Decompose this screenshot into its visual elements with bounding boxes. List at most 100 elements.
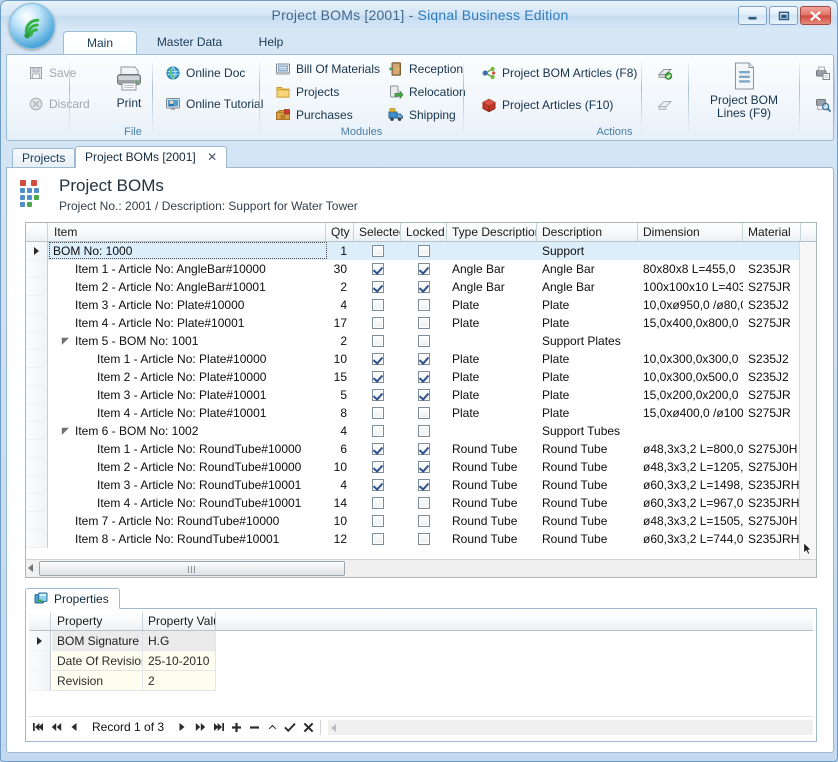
table-row[interactable]: Item 8 - Article No: RoundTube#1000112Ro… xyxy=(26,530,817,548)
table-row[interactable]: Item 1 - Article No: AngleBar#1000030Ang… xyxy=(26,260,817,278)
locked-checkbox[interactable] xyxy=(418,389,430,401)
project-bom-articles-button[interactable]: Project BOM Articles (F8) xyxy=(478,64,640,82)
scrollbar-thumb[interactable] xyxy=(39,561,345,576)
close-icon[interactable]: ✕ xyxy=(207,147,217,168)
locked-checkbox[interactable] xyxy=(418,263,430,275)
online-doc-button[interactable]: Online Doc xyxy=(162,64,248,82)
selected-checkbox[interactable] xyxy=(372,479,384,491)
locked-checkbox[interactable] xyxy=(418,497,430,509)
selected-checkbox[interactable] xyxy=(372,299,384,311)
nav-accept-icon[interactable] xyxy=(281,718,299,736)
table-row[interactable]: Item 1 - Article No: RoundTube#100006Rou… xyxy=(26,440,817,458)
locked-checkbox[interactable] xyxy=(418,353,430,365)
locked-checkbox[interactable] xyxy=(418,461,430,473)
ribbon-tab-master-data[interactable]: Master Data xyxy=(137,31,242,55)
table-row[interactable]: Item 2 - Article No: Plate#1000015PlateP… xyxy=(26,368,817,386)
properties-horizontal-scrollbar[interactable] xyxy=(328,720,813,735)
nav-first-icon[interactable] xyxy=(29,718,47,736)
list-item[interactable]: Date Of Revision25-10-2010 xyxy=(29,651,813,671)
locked-checkbox[interactable] xyxy=(418,371,430,383)
table-row[interactable]: Item 3 - Article No: Plate#100015PlatePl… xyxy=(26,386,817,404)
online-tutorial-button[interactable]: Online Tutorial xyxy=(162,95,266,113)
import-button[interactable] xyxy=(654,64,676,82)
locked-checkbox[interactable] xyxy=(418,425,430,437)
nav-next-page-icon[interactable] xyxy=(191,718,209,736)
nav-last-icon[interactable] xyxy=(209,718,227,736)
nav-prev-page-icon[interactable] xyxy=(47,718,65,736)
table-row[interactable]: BOM No: 10001Support xyxy=(26,242,817,260)
ribbon-tab-help[interactable]: Help xyxy=(242,31,300,55)
properties-header-name[interactable]: Property xyxy=(52,612,143,630)
bom-tree-grid[interactable]: ItemQtySelectedLockedType DescriptionDes… xyxy=(25,222,817,578)
locked-checkbox[interactable] xyxy=(418,443,430,455)
minimize-button[interactable] xyxy=(738,6,767,25)
selected-checkbox[interactable] xyxy=(372,515,384,527)
grid-header-type[interactable]: Type Description xyxy=(447,223,537,241)
scroll-left-arrow-icon[interactable] xyxy=(331,724,336,732)
maximize-button[interactable] xyxy=(769,6,798,25)
tree-expander-icon[interactable] xyxy=(61,337,70,346)
nav-delete-icon[interactable] xyxy=(245,718,263,736)
nav-edit-icon[interactable] xyxy=(263,718,281,736)
grid-horizontal-scrollbar[interactable] xyxy=(26,559,817,577)
print-button[interactable]: Print xyxy=(102,62,156,110)
discard-button[interactable]: Discard xyxy=(25,95,93,113)
selected-checkbox[interactable] xyxy=(372,461,384,473)
save-button[interactable]: Save xyxy=(25,64,79,82)
selected-checkbox[interactable] xyxy=(372,425,384,437)
table-row[interactable]: Item 3 - Article No: RoundTube#100014Rou… xyxy=(26,476,817,494)
selected-checkbox[interactable] xyxy=(372,245,384,257)
selected-checkbox[interactable] xyxy=(372,497,384,509)
table-row[interactable]: Item 4 - Article No: Plate#100018PlatePl… xyxy=(26,404,817,422)
tab-properties[interactable]: Properties xyxy=(25,588,120,609)
grid-header-mat[interactable]: Material xyxy=(743,223,801,241)
grid-header-dim[interactable]: Dimension xyxy=(638,223,743,241)
project-articles-button[interactable]: Project Articles (F10) xyxy=(478,96,616,114)
selected-checkbox[interactable] xyxy=(372,281,384,293)
nav-next-icon[interactable] xyxy=(173,718,191,736)
grid-header-qty[interactable]: Qty xyxy=(326,223,354,241)
locked-checkbox[interactable] xyxy=(418,515,430,527)
selected-checkbox[interactable] xyxy=(372,389,384,401)
locked-checkbox[interactable] xyxy=(418,407,430,419)
grid-header-item[interactable]: Item xyxy=(49,223,326,241)
locked-checkbox[interactable] xyxy=(418,245,430,257)
table-row[interactable]: Item 4 - Article No: RoundTube#1000114Ro… xyxy=(26,494,817,512)
projects-button[interactable]: Projects xyxy=(272,83,342,101)
selected-checkbox[interactable] xyxy=(372,353,384,365)
selected-checkbox[interactable] xyxy=(372,533,384,545)
list-item[interactable]: BOM SignatureH.G xyxy=(29,631,813,651)
table-row[interactable]: Item 1 - Article No: Plate#1000010PlateP… xyxy=(26,350,817,368)
tree-expander-icon[interactable] xyxy=(61,427,70,436)
purchases-button[interactable]: Purchases xyxy=(272,106,356,124)
locked-checkbox[interactable] xyxy=(418,299,430,311)
tab-project-boms[interactable]: Project BOMs [2001] ✕ xyxy=(75,146,227,168)
nav-prev-icon[interactable] xyxy=(65,718,83,736)
table-row[interactable]: Item 7 - Article No: RoundTube#1000010Ro… xyxy=(26,512,817,530)
locked-checkbox[interactable] xyxy=(418,335,430,347)
grid-header-lock[interactable]: Locked xyxy=(401,223,447,241)
table-row[interactable]: Item 5 - BOM No: 10012Support Plates xyxy=(26,332,817,350)
selected-checkbox[interactable] xyxy=(372,317,384,329)
shipping-button[interactable]: Shipping xyxy=(385,106,459,124)
locked-checkbox[interactable] xyxy=(418,317,430,329)
locked-checkbox[interactable] xyxy=(418,281,430,293)
locked-checkbox[interactable] xyxy=(418,533,430,545)
properties-grid[interactable]: PropertyProperty Value BOM SignatureH.GD… xyxy=(29,612,813,716)
bill-of-materials-button[interactable]: Bill Of Materials xyxy=(272,60,383,78)
grid-header-sel[interactable]: Selected xyxy=(354,223,401,241)
grid-vertical-scrollbar[interactable] xyxy=(799,242,816,560)
print-preview-button[interactable] xyxy=(812,64,834,82)
search-button[interactable] xyxy=(812,96,834,114)
close-button[interactable] xyxy=(800,6,831,25)
selected-checkbox[interactable] xyxy=(372,335,384,347)
table-row[interactable]: Item 3 - Article No: Plate#100004PlatePl… xyxy=(26,296,817,314)
table-row[interactable]: Item 6 - BOM No: 10024Support Tubes xyxy=(26,422,817,440)
selected-checkbox[interactable] xyxy=(372,407,384,419)
selected-checkbox[interactable] xyxy=(372,263,384,275)
tab-projects[interactable]: Projects xyxy=(12,148,75,168)
properties-header-value[interactable]: Property Value xyxy=(143,612,216,630)
relocation-button[interactable]: Relocation xyxy=(385,83,469,101)
nav-cancel-icon[interactable] xyxy=(299,718,317,736)
selected-checkbox[interactable] xyxy=(372,443,384,455)
